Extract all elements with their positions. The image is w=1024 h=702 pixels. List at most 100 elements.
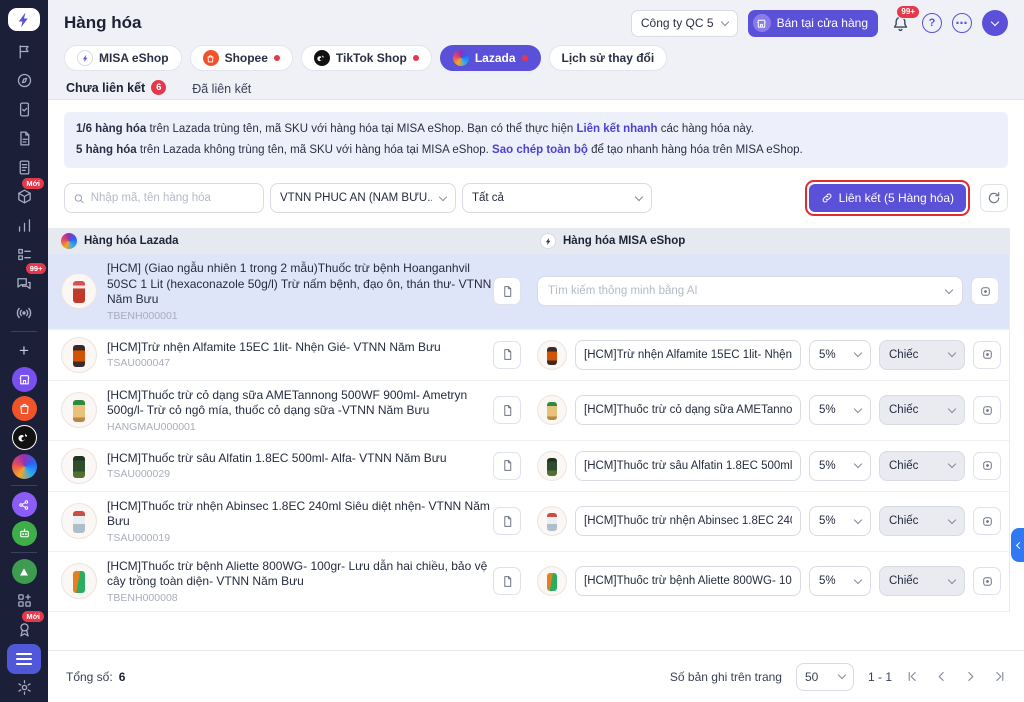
view-detail-button[interactable] (493, 396, 521, 424)
matched-product-input[interactable] (575, 506, 801, 536)
match-target-button[interactable] (973, 451, 1001, 480)
refresh-icon (988, 192, 1000, 204)
link-selected-button[interactable]: Liên kết (5 Hàng hóa) (808, 184, 966, 212)
discount-select[interactable]: 5% (809, 566, 871, 596)
per-page-select[interactable]: 50 (795, 662, 854, 691)
sidebar-item-warehouse[interactable]: Mới (0, 178, 48, 211)
last-page-button[interactable] (993, 670, 1006, 683)
chevron-down-icon (947, 459, 957, 469)
ai-search-select[interactable]: Tìm kiếm thông minh bằng AI (537, 276, 963, 307)
unit-select[interactable]: Chiếc (879, 450, 965, 481)
unit-select[interactable]: Chiếc (879, 395, 965, 425)
copy-all-action[interactable]: Sao chép toàn bộ (492, 144, 588, 156)
match-target-button[interactable] (973, 396, 1001, 424)
notification-badge: 99+ (896, 5, 920, 19)
sidebar-divider (11, 552, 37, 553)
new-badge: Mới (22, 178, 44, 189)
tab-tiktok-shop[interactable]: TikTok Shop (300, 45, 432, 71)
search-icon (74, 193, 84, 203)
match-target-button[interactable] (973, 340, 1001, 369)
sidebar-item-reports[interactable] (0, 211, 48, 240)
unit-select[interactable]: Chiếc (879, 339, 965, 370)
matched-product-input[interactable] (575, 395, 801, 425)
sidebar-item-broadcast[interactable] (0, 298, 48, 327)
file-icon (503, 404, 511, 416)
sidebar-item-grab[interactable] (0, 557, 48, 586)
sidebar-item-orders[interactable] (0, 95, 48, 124)
misa-icon (77, 50, 93, 66)
tab-misa-eshop[interactable]: MISA eShop (64, 45, 182, 71)
match-target-button[interactable] (971, 277, 999, 306)
status-filter-select[interactable]: Tất cả (462, 183, 652, 213)
match-target-button[interactable] (973, 567, 1001, 595)
tiktok-icon (11, 425, 37, 450)
more-button[interactable]: ⋯ (952, 13, 972, 33)
chevron-down-icon (634, 192, 644, 201)
sidebar-item-lazada[interactable] (0, 452, 48, 481)
match-target-button[interactable] (973, 507, 1001, 535)
product-link-table: Hàng hóa Lazada Hàng hóa MISA eShop [HCM… (48, 228, 1010, 612)
chevron-down-icon (944, 285, 954, 294)
sidebar-item-loyalty[interactable]: Mới (0, 611, 48, 644)
matched-product-input[interactable] (575, 450, 801, 481)
prev-page-button[interactable] (935, 670, 948, 683)
sidebar-item-shopee[interactable] (0, 394, 48, 423)
refresh-button[interactable] (980, 184, 1008, 212)
shopee-icon (202, 50, 219, 66)
subtab-label: Chưa liên kết (66, 80, 146, 95)
sidebar-item-pos[interactable] (0, 365, 48, 394)
pos-store-icon (11, 367, 37, 392)
sidebar-item-dashboard[interactable] (0, 66, 48, 95)
sidebar-item-product-sync-active[interactable] (0, 643, 48, 674)
user-avatar[interactable] (982, 10, 1008, 36)
first-page-icon (908, 672, 916, 681)
matched-product-input[interactable] (575, 566, 801, 596)
chat-icon (17, 277, 31, 289)
search-input[interactable] (90, 192, 255, 204)
tab-lazada[interactable]: Lazada (439, 45, 541, 71)
alert-dot (521, 55, 528, 61)
sidebar-item-share[interactable] (0, 490, 48, 519)
discount-select[interactable]: 5% (809, 450, 871, 481)
sidebar-item-tiktok[interactable] (0, 423, 48, 452)
main-content: 1/6 hàng hóa trên Lazada trùng tên, mã S… (48, 100, 1024, 650)
product-image (537, 450, 567, 481)
tab-shopee[interactable]: Shopee (189, 45, 293, 71)
unit-select[interactable]: Chiếc (879, 566, 965, 596)
chevron-down-icon (990, 17, 1000, 26)
view-detail-button[interactable] (493, 451, 521, 480)
view-detail-button[interactable] (493, 507, 521, 535)
matched-product-input[interactable] (575, 339, 801, 370)
tab-change-history[interactable]: Lịch sử thay đổi (548, 45, 668, 71)
collapse-panel-handle[interactable] (1011, 528, 1024, 562)
unit-select[interactable]: Chiếc (879, 506, 965, 536)
sidebar-item-settings[interactable] (0, 673, 48, 702)
product-image (61, 563, 97, 599)
sell-in-store-label: Bán tại cửa hàng (776, 16, 868, 30)
sidebar-item-chatbot[interactable] (0, 519, 48, 548)
sidebar-item-messages[interactable]: 99+ (0, 263, 48, 298)
tab-label: TikTok Shop (335, 51, 407, 65)
sidebar-item-flag[interactable] (0, 37, 48, 66)
info-banner: 1/6 hàng hóa trên Lazada trùng tên, mã S… (64, 112, 1008, 168)
broadcast-icon (16, 307, 32, 318)
discount-select[interactable]: 5% (809, 339, 871, 370)
sidebar-item-documents[interactable] (0, 124, 48, 153)
view-detail-button[interactable] (493, 277, 521, 306)
misa-eshop-logo[interactable] (8, 8, 40, 31)
next-page-button[interactable] (964, 670, 977, 683)
view-detail-button[interactable] (493, 340, 521, 369)
help-button[interactable]: ? (922, 13, 942, 33)
sell-in-store-button[interactable]: Bán tại cửa hàng (747, 9, 878, 37)
store-filter-select[interactable]: VTNN PHÚC AN (NĂM BƯU... (270, 183, 456, 213)
discount-select[interactable]: 5% (809, 395, 871, 425)
first-page-button[interactable] (906, 670, 919, 683)
discount-select[interactable]: 5% (809, 506, 871, 536)
quick-link-action[interactable]: Liên kết nhanh (576, 123, 657, 135)
notifications-button[interactable]: 99+ (888, 5, 920, 35)
view-detail-button[interactable] (493, 567, 521, 595)
grid-plus-icon (17, 594, 31, 607)
sidebar-item-add-channel[interactable]: + (0, 336, 48, 365)
banner-bold: 1/6 hàng hóa (76, 123, 147, 135)
company-select[interactable]: Công ty QC 5 (630, 9, 738, 37)
